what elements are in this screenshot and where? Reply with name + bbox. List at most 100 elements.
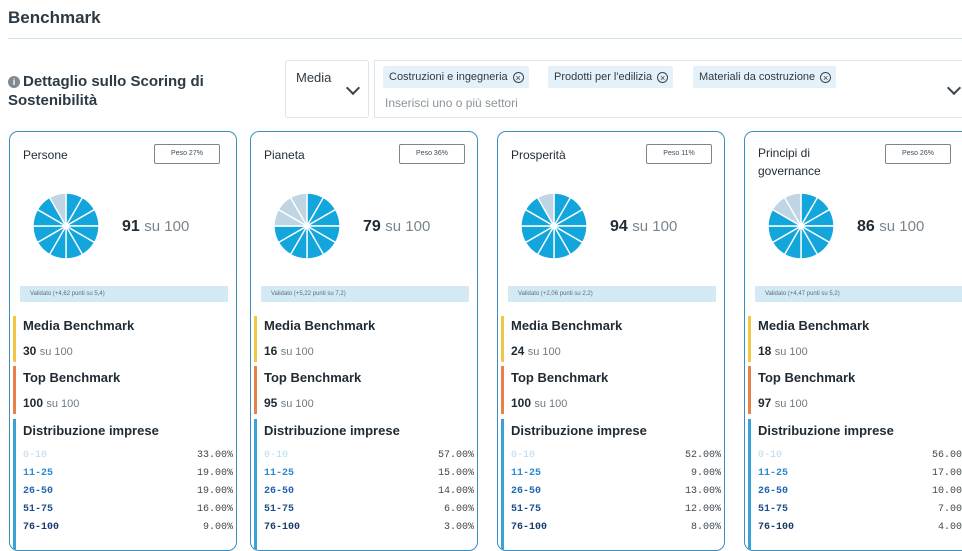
- chevron-down-icon: [345, 80, 361, 96]
- distribution-row: 11-25 19.00%: [23, 465, 233, 483]
- sector-chip-label: Costruzioni e ingegneria: [389, 71, 508, 83]
- media-accent-bar: [501, 316, 504, 362]
- range-label: 76-100: [264, 522, 301, 533]
- distribution-row: 11-25 9.00%: [511, 465, 721, 483]
- info-icon[interactable]: i: [8, 76, 20, 88]
- score-pie-chart: [273, 192, 341, 260]
- sector-placeholder[interactable]: Inserisci uno o più settori: [385, 96, 518, 110]
- sector-chip-label: Prodotti per l'edilizia: [554, 71, 653, 83]
- top-accent-bar: [748, 366, 751, 414]
- range-percentage: 12.00%: [684, 504, 721, 515]
- range-percentage: 7.00%: [937, 504, 962, 515]
- range-percentage: 19.00%: [196, 486, 233, 497]
- media-accent-bar: [748, 316, 751, 362]
- weight-badge: Peso 36%: [399, 144, 465, 164]
- range-label: 0-10: [264, 450, 289, 461]
- range-label: 51-75: [758, 504, 789, 515]
- sector-multiselect[interactable]: Costruzioni e ingegneria × Prodotti per l…: [374, 60, 962, 118]
- range-percentage: 10.00%: [931, 486, 962, 497]
- top-benchmark-label: Top Benchmark: [758, 370, 856, 385]
- weight-badge: Peso 26%: [885, 144, 951, 164]
- range-percentage: 14.00%: [437, 486, 474, 497]
- media-accent-bar: [254, 316, 257, 362]
- top-of: su 100: [534, 398, 568, 410]
- media-benchmark-label: Media Benchmark: [758, 318, 870, 333]
- range-label: 76-100: [23, 522, 60, 533]
- aggregation-select[interactable]: Media: [285, 60, 369, 118]
- weight-badge: Peso 27%: [154, 144, 220, 164]
- range-percentage: 3.00%: [443, 522, 474, 533]
- top-benchmark-label: Top Benchmark: [511, 370, 609, 385]
- distribution-list: 0-10 56.00% 11-25 17.00% 26-50 10.00% 51-75 7.0…: [758, 447, 962, 537]
- distribution-list: 0-10 33.00% 11-25 19.00% 26-50 19.00% 51-75 16.…: [23, 447, 233, 537]
- media-value: 16: [264, 344, 278, 358]
- range-label: 51-75: [511, 504, 542, 515]
- range-percentage: 4.00%: [937, 522, 962, 533]
- remove-chip-icon[interactable]: ×: [657, 72, 669, 83]
- card-title: Prosperità: [511, 148, 566, 162]
- distribution-label: Distribuzione imprese: [264, 423, 400, 438]
- distribution-row: 51-75 16.00%: [23, 501, 233, 519]
- score-display: 86 su 100: [857, 218, 924, 236]
- range-percentage: 33.00%: [196, 450, 233, 461]
- range-label: 26-50: [23, 486, 54, 497]
- title-divider: [8, 38, 962, 39]
- distribution-label: Distribuzione imprese: [758, 423, 894, 438]
- top-accent-bar: [13, 366, 16, 414]
- range-label: 11-25: [264, 468, 295, 479]
- card-title: Pianeta: [264, 148, 305, 162]
- score-of: su 100: [385, 218, 431, 235]
- top-accent-bar: [254, 366, 257, 414]
- range-label: 11-25: [511, 468, 542, 479]
- distribution-row: 76-100 3.00%: [264, 519, 474, 537]
- sector-chip: Prodotti per l'edilizia ×: [548, 66, 674, 88]
- distribution-row: 26-50 14.00%: [264, 483, 474, 501]
- top-benchmark-value: 97 su 100: [758, 396, 808, 410]
- validated-note: Validato (+4,62 punti su 5,4): [20, 286, 228, 302]
- section-title: i Dettaglio sullo Scoring di Sostenibilit…: [8, 72, 258, 110]
- remove-chip-icon[interactable]: ×: [512, 72, 524, 83]
- range-percentage: 19.00%: [196, 468, 233, 479]
- range-label: 0-10: [23, 450, 48, 461]
- remove-chip-icon[interactable]: ×: [820, 72, 832, 83]
- weight-badge: Peso 11%: [646, 144, 712, 164]
- range-label: 0-10: [758, 450, 783, 461]
- range-label: 11-25: [758, 468, 789, 479]
- top-value: 100: [511, 396, 532, 410]
- score-card: Pianeta Peso 36% 79 su 100 Validato (+5,22 …: [250, 131, 478, 551]
- media-benchmark-label: Media Benchmark: [264, 318, 376, 333]
- distribution-label: Distribuzione imprese: [23, 423, 159, 438]
- score-pie-chart: [32, 192, 100, 260]
- range-percentage: 6.00%: [443, 504, 474, 515]
- range-percentage: 15.00%: [437, 468, 474, 479]
- media-benchmark-value: 24 su 100: [511, 344, 561, 358]
- chevron-down-icon[interactable]: [946, 80, 962, 96]
- media-benchmark-value: 30 su 100: [23, 344, 73, 358]
- card-title: Persone: [23, 148, 68, 162]
- top-benchmark-label: Top Benchmark: [23, 370, 121, 385]
- range-percentage: 8.00%: [690, 522, 721, 533]
- top-benchmark-value: 100 su 100: [23, 396, 79, 410]
- distribution-row: 26-50 13.00%: [511, 483, 721, 501]
- range-label: 76-100: [511, 522, 548, 533]
- distribution-row: 51-75 7.00%: [758, 501, 962, 519]
- score-card: Prosperità Peso 11% 94 su 100 Validato (+2,…: [497, 131, 725, 551]
- sector-chip: Materiali da costruzione ×: [693, 66, 837, 88]
- card-title: Principi di governance: [758, 146, 821, 178]
- validated-note: Validato (+4,47 punti su 5,2): [755, 286, 962, 302]
- score-display: 79 su 100: [363, 218, 430, 236]
- distribution-list: 0-10 57.00% 11-25 15.00% 26-50 14.00% 51-75 6.0…: [264, 447, 474, 537]
- range-label: 26-50: [758, 486, 789, 497]
- distribution-row: 26-50 10.00%: [758, 483, 962, 501]
- distribution-accent-bar: [254, 419, 257, 550]
- range-percentage: 56.00%: [931, 450, 962, 461]
- media-benchmark-label: Media Benchmark: [511, 318, 623, 333]
- page-title: Benchmark: [8, 8, 101, 27]
- distribution-row: 0-10 56.00%: [758, 447, 962, 465]
- range-label: 51-75: [264, 504, 295, 515]
- top-benchmark-label: Top Benchmark: [264, 370, 362, 385]
- distribution-row: 0-10 57.00%: [264, 447, 474, 465]
- range-label: 26-50: [264, 486, 295, 497]
- distribution-row: 26-50 19.00%: [23, 483, 233, 501]
- media-value: 30: [23, 344, 37, 358]
